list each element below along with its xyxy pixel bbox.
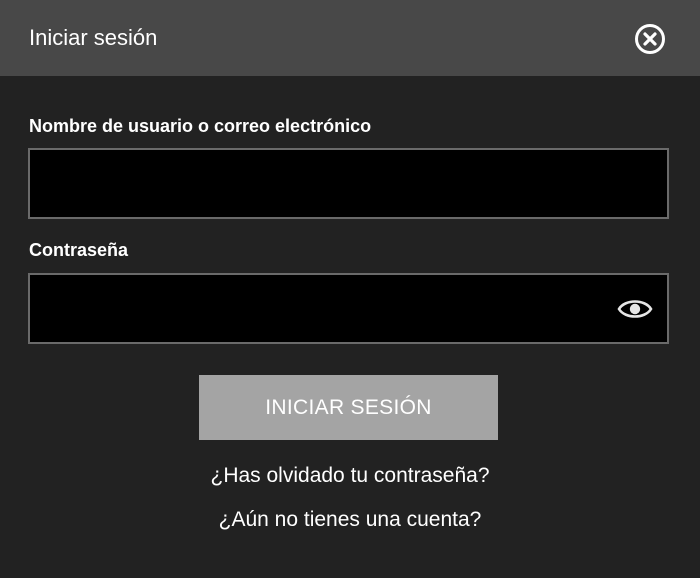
register-link[interactable]: ¿Aún no tienes una cuenta?	[0, 509, 700, 530]
password-input[interactable]	[30, 275, 667, 342]
dialog-header: Iniciar sesión	[0, 0, 700, 76]
password-field-box	[28, 273, 669, 344]
login-submit-button[interactable]: INICIAR SESIÓN	[199, 375, 498, 440]
forgot-password-link[interactable]: ¿Has olvidado tu contraseña?	[0, 465, 700, 486]
eye-icon	[617, 300, 653, 318]
login-dialog: Iniciar sesión Nombre de usuario o corre…	[0, 0, 700, 578]
close-circle-icon	[635, 24, 665, 54]
show-password-button[interactable]	[617, 294, 653, 324]
password-label: Contraseña	[29, 240, 129, 260]
username-input[interactable]	[30, 150, 667, 217]
close-button[interactable]	[634, 23, 666, 55]
dialog-title: Iniciar sesión	[29, 25, 158, 50]
username-label: Nombre de usuario o correo electrónico	[29, 116, 372, 136]
username-field-box	[28, 148, 669, 219]
